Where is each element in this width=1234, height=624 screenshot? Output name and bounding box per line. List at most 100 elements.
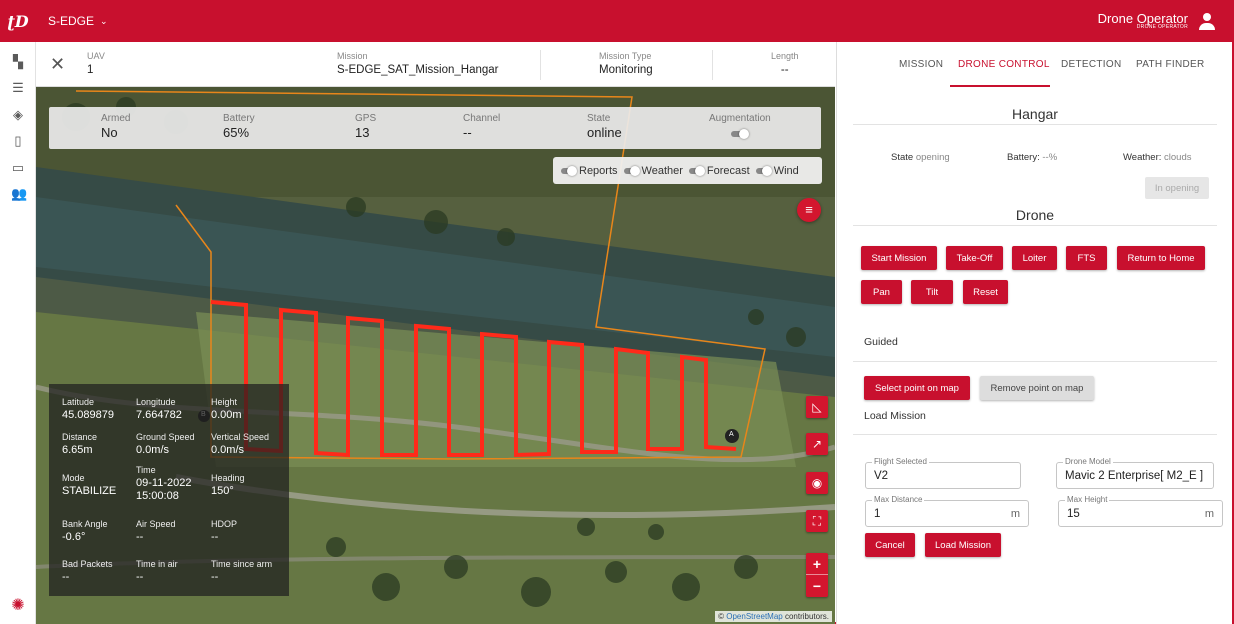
map-view[interactable]: B A Armed No Battery 65% GPS 13 Channel … bbox=[36, 87, 835, 624]
environment-label: S-EDGE bbox=[48, 14, 95, 28]
drone-model-value: Mavic 2 Enterprise[ M2_E ] bbox=[1065, 470, 1204, 482]
users-icon[interactable]: 👥 bbox=[11, 187, 27, 201]
forecast-toggle[interactable] bbox=[688, 165, 705, 176]
app-logo[interactable]: ʈD bbox=[0, 0, 36, 42]
drone-stats-panel: Latitude 45.089879 Longitude 7.664782 He… bbox=[49, 384, 289, 596]
max-height-unit: m bbox=[1204, 508, 1214, 520]
environment-selector[interactable]: S-EDGE ⌄ bbox=[48, 14, 108, 28]
mission-type-label: Mission Type bbox=[599, 51, 652, 61]
dashboard-icon[interactable]: ▚ bbox=[11, 55, 25, 69]
mission-header: ✕ UAV 1 Mission S-EDGE_SAT_Mission_Hanga… bbox=[36, 42, 835, 87]
locate-icon[interactable]: ◉ bbox=[806, 472, 828, 494]
weather-layer[interactable]: Weather bbox=[623, 165, 683, 177]
loiter-button[interactable]: Loiter bbox=[1012, 246, 1057, 270]
start-mission-button[interactable]: Start Mission bbox=[861, 246, 937, 270]
tilt-button[interactable]: Tilt bbox=[911, 280, 953, 304]
hangar-state: State opening bbox=[891, 152, 950, 163]
tab-path-finder[interactable]: PATH FINDER bbox=[1136, 59, 1205, 70]
wind-label: Wind bbox=[773, 164, 799, 177]
remove-point-button[interactable]: Remove point on map bbox=[980, 376, 1094, 400]
tab-detection[interactable]: DETECTION bbox=[1061, 59, 1121, 70]
weather-toggle[interactable] bbox=[623, 165, 640, 176]
time-in-air-stat: Time in air -- bbox=[136, 559, 178, 584]
take-off-button[interactable]: Take-Off bbox=[946, 246, 1003, 270]
attribution-link[interactable]: OpenStreetMap bbox=[726, 612, 782, 621]
uav-label: UAV bbox=[87, 51, 105, 61]
load-mission-button[interactable]: Load Mission bbox=[925, 533, 1001, 557]
close-icon[interactable]: ✕ bbox=[50, 54, 65, 75]
left-rail: ▚ ☰ ◈ ▯ ▭ 👥 ✺ bbox=[0, 42, 36, 624]
ruler-icon[interactable]: ◺ bbox=[806, 396, 828, 418]
layers-icon[interactable]: ◈ bbox=[11, 108, 25, 122]
map-icon[interactable]: ▯ bbox=[11, 134, 25, 148]
bad-packets-label: Bad Packets bbox=[62, 559, 113, 569]
time-date: 09-11-2022 bbox=[136, 477, 192, 489]
list-icon[interactable]: ☰ bbox=[11, 81, 25, 95]
time-clock: 15:00:08 bbox=[136, 490, 179, 503]
reports-toggle[interactable] bbox=[561, 165, 577, 176]
battery-value: 65% bbox=[223, 125, 250, 140]
map-attribution: © OpenStreetMap contributors. bbox=[715, 611, 832, 622]
tab-mission[interactable]: MISSION bbox=[899, 59, 943, 70]
brand-icon: ✺ bbox=[11, 597, 25, 614]
fts-button[interactable]: FTS bbox=[1066, 246, 1107, 270]
drone-model-field[interactable]: Drone Model Mavic 2 Enterprise[ M2_E ] bbox=[1056, 457, 1214, 489]
time-in-air-value: -- bbox=[136, 571, 144, 583]
augmentation-toggle[interactable] bbox=[731, 128, 749, 139]
time-since-arm-value: -- bbox=[211, 571, 219, 583]
distance-value: 6.65m bbox=[62, 444, 93, 456]
divider bbox=[853, 361, 1217, 362]
air-speed-stat: Air Speed -- bbox=[136, 519, 176, 544]
reports-layer[interactable]: Reports bbox=[561, 165, 618, 177]
battery-label: Battery bbox=[223, 113, 255, 124]
channel-value: -- bbox=[463, 125, 472, 140]
height-stat: Height 0.00m bbox=[211, 397, 242, 422]
map-layer-toggles: Reports Weather Forecast Wind bbox=[553, 157, 822, 184]
state-value: online bbox=[587, 125, 622, 140]
hangar-opening-button[interactable]: In opening bbox=[1145, 177, 1209, 199]
augmentation-label: Augmentation bbox=[709, 113, 771, 124]
zoom-control: + − bbox=[806, 553, 828, 597]
mission-type-info: Mission Type Monitoring bbox=[599, 51, 653, 76]
flight-selected-field[interactable]: Flight Selected V2 bbox=[865, 457, 1021, 489]
heading-value: 150° bbox=[211, 485, 234, 497]
panel-tabs: MISSION DRONE CONTROL DETECTION PATH FIN… bbox=[837, 42, 1233, 87]
vertical-speed-stat: Vertical Speed 0.0m/s bbox=[211, 432, 269, 457]
user-menu[interactable]: Drone Operator DRONE OPERATOR bbox=[1098, 0, 1216, 42]
wind-layer[interactable]: Wind bbox=[755, 164, 799, 177]
return-to-home-button[interactable]: Return to Home bbox=[1117, 246, 1205, 270]
max-distance-label: Max Distance bbox=[872, 495, 925, 504]
hdop-value: -- bbox=[211, 531, 219, 543]
chart-icon[interactable]: ↗ bbox=[806, 433, 828, 455]
top-bar: ʈD S-EDGE ⌄ Drone Operator DRONE OPERATO… bbox=[0, 0, 1234, 42]
max-height-field[interactable]: Max Height 15 m bbox=[1058, 495, 1223, 527]
mode-label: Mode bbox=[62, 473, 85, 483]
wind-toggle[interactable] bbox=[755, 165, 772, 176]
latitude-stat: Latitude 45.089879 bbox=[62, 397, 114, 422]
hangar-state-value: opening bbox=[915, 152, 950, 163]
reset-button[interactable]: Reset bbox=[963, 280, 1008, 304]
reports-label: Reports bbox=[579, 164, 618, 177]
armed-label: Armed bbox=[101, 113, 131, 124]
select-point-button[interactable]: Select point on map bbox=[864, 376, 970, 400]
distance-label: Distance bbox=[62, 432, 98, 442]
bank-angle-stat: Bank Angle -0.6° bbox=[62, 519, 108, 544]
fit-icon[interactable]: ⛶ bbox=[806, 510, 828, 532]
zoom-out-icon[interactable]: − bbox=[806, 575, 828, 597]
user-icon[interactable] bbox=[1198, 12, 1216, 30]
max-height-label: Max Height bbox=[1065, 495, 1110, 504]
forecast-layer[interactable]: Forecast bbox=[688, 165, 750, 177]
marker-a[interactable]: A bbox=[729, 431, 734, 438]
pan-button[interactable]: Pan bbox=[861, 280, 902, 304]
time-stat: Time 09-11-2022 15:00:08 bbox=[136, 465, 191, 503]
drone-title: Drone bbox=[1015, 207, 1055, 223]
hangar-battery: Battery: --% bbox=[1007, 152, 1057, 163]
max-distance-field[interactable]: Max Distance 1 m bbox=[865, 495, 1029, 527]
mission-info: Mission S-EDGE_SAT_Mission_Hangar bbox=[337, 51, 499, 76]
monitor-icon[interactable]: ▭ bbox=[11, 161, 25, 175]
menu-icon[interactable]: ≡ bbox=[797, 198, 821, 222]
cancel-button[interactable]: Cancel bbox=[865, 533, 915, 557]
zoom-in-icon[interactable]: + bbox=[806, 553, 828, 575]
ground-speed-label: Ground Speed bbox=[136, 432, 195, 442]
tab-drone-control[interactable]: DRONE CONTROL bbox=[958, 59, 1050, 70]
